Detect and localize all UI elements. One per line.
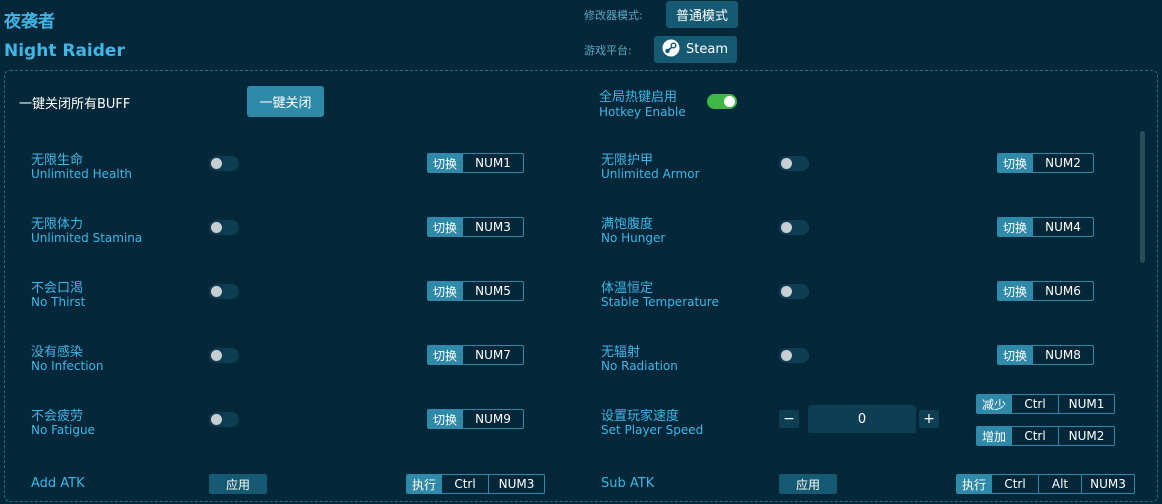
sub-atk-apply-button[interactable]: 应用	[779, 474, 837, 494]
unlimited-armor-toggle[interactable]	[779, 156, 809, 171]
no-radiation-toggle[interactable]	[779, 348, 809, 363]
hotkey-key: NUM7	[462, 346, 523, 364]
add-atk-apply-button[interactable]: 应用	[209, 474, 267, 494]
no-thirst-toggle[interactable]	[209, 284, 239, 299]
unlimited-stamina-hotkey[interactable]: 切换 NUM3	[427, 217, 524, 237]
game-title-en: Night Raider	[4, 41, 125, 61]
hotkey-mod: Ctrl	[1011, 427, 1058, 445]
hotkey-mod2: Alt	[1038, 475, 1081, 493]
no-thirst-hotkey[interactable]: 切换 NUM5	[427, 281, 524, 301]
feature-label-en: No Radiation	[601, 359, 678, 373]
feature-label-cn: 体温恒定	[601, 281, 654, 296]
hotkey-tag: 切换	[998, 154, 1033, 172]
speed-decrease-hotkey[interactable]: 减少 Ctrl NUM1	[976, 394, 1115, 414]
mode-button[interactable]: 普通模式	[666, 1, 738, 28]
sub-atk-label: Sub ATK	[601, 476, 655, 491]
scrollbar[interactable]	[1140, 131, 1145, 263]
global-hotkey-toggle[interactable]	[707, 94, 737, 109]
cheat-panel: 一键关闭所有BUFF 一键关闭 全局热键启用 Hotkey Enable 无限生…	[4, 70, 1158, 502]
unlimited-stamina-toggle[interactable]	[209, 220, 239, 235]
hotkey-mod: Ctrl	[991, 475, 1038, 493]
speed-label-en: Set Player Speed	[601, 423, 704, 437]
speed-increase-button[interactable]: +	[919, 410, 939, 428]
hotkey-key: NUM3	[1081, 475, 1134, 493]
platform-button[interactable]: Steam	[654, 36, 737, 63]
no-hunger-toggle[interactable]	[779, 220, 809, 235]
hotkey-tag: 切换	[998, 282, 1033, 300]
hotkey-tag: 切换	[998, 218, 1033, 236]
unlimited-armor-hotkey[interactable]: 切换 NUM2	[997, 153, 1094, 173]
hotkey-tag: 切换	[428, 282, 463, 300]
hotkey-key: NUM2	[1058, 427, 1114, 445]
global-hotkey-label-en: Hotkey Enable	[599, 105, 686, 119]
unlimited-health-toggle[interactable]	[209, 156, 239, 171]
hotkey-tag: 执行	[407, 475, 442, 493]
hotkey-key: NUM3	[488, 475, 544, 493]
speed-increase-hotkey[interactable]: 增加 Ctrl NUM2	[976, 426, 1115, 446]
hotkey-tag: 切换	[428, 154, 463, 172]
feature-label-en: Unlimited Health	[31, 167, 133, 181]
feature-label-en: No Thirst	[31, 295, 86, 309]
hotkey-key: NUM4	[1032, 218, 1093, 236]
hotkey-key: NUM2	[1032, 154, 1093, 172]
feature-label-cn: 没有感染	[31, 345, 84, 360]
hotkey-tag: 切换	[998, 346, 1033, 364]
feature-label-cn: 满饱腹度	[601, 217, 654, 232]
hotkey-key: NUM6	[1032, 282, 1093, 300]
platform-label: 游戏平台:	[584, 44, 632, 57]
feature-label-cn: 无限体力	[31, 217, 84, 232]
hotkey-key: NUM8	[1032, 346, 1093, 364]
add-atk-label: Add ATK	[31, 476, 85, 491]
feature-label-en: Unlimited Armor	[601, 167, 700, 181]
no-infection-toggle[interactable]	[209, 348, 239, 363]
feature-label-en: No Hunger	[601, 231, 666, 245]
hotkey-tag: 执行	[957, 475, 992, 493]
feature-label-cn: 不会疲劳	[31, 409, 84, 424]
speed-value-input[interactable]: 0	[808, 405, 916, 433]
stable-temperature-hotkey[interactable]: 切换 NUM6	[997, 281, 1094, 301]
hotkey-tag: 切换	[428, 346, 463, 364]
steam-icon	[662, 39, 680, 61]
add-atk-hotkey[interactable]: 执行 Ctrl NUM3	[406, 474, 545, 494]
stable-temperature-toggle[interactable]	[779, 284, 809, 299]
feature-label-cn: 无限护甲	[601, 153, 654, 168]
feature-label-en: No Infection	[31, 359, 104, 373]
feature-label-cn: 不会口渴	[31, 281, 84, 296]
platform-value: Steam	[686, 42, 728, 57]
hotkey-tag: 切换	[428, 218, 463, 236]
hotkey-mod: Ctrl	[441, 475, 488, 493]
unlimited-health-hotkey[interactable]: 切换 NUM1	[427, 153, 524, 173]
no-fatigue-toggle[interactable]	[209, 412, 239, 427]
hotkey-tag: 切换	[428, 410, 463, 428]
hotkey-key: NUM1	[462, 154, 523, 172]
global-hotkey-label-cn: 全局热键启用	[599, 90, 678, 105]
mode-label: 修改器模式:	[584, 9, 643, 22]
no-radiation-hotkey[interactable]: 切换 NUM8	[997, 345, 1094, 365]
no-infection-hotkey[interactable]: 切换 NUM7	[427, 345, 524, 365]
feature-label-cn: 无辐射	[601, 345, 641, 360]
hotkey-key: NUM9	[462, 410, 523, 428]
hotkey-tag: 增加	[977, 427, 1012, 445]
hotkey-key: NUM1	[1058, 395, 1114, 413]
speed-decrease-button[interactable]: −	[779, 410, 799, 428]
close-all-button[interactable]: 一键关闭	[247, 86, 324, 117]
no-hunger-hotkey[interactable]: 切换 NUM4	[997, 217, 1094, 237]
hotkey-key: NUM5	[462, 282, 523, 300]
no-fatigue-hotkey[interactable]: 切换 NUM9	[427, 409, 524, 429]
close-all-label: 一键关闭所有BUFF	[19, 97, 131, 112]
hotkey-tag: 减少	[977, 395, 1012, 413]
feature-label-en: Unlimited Stamina	[31, 231, 143, 245]
feature-label-cn: 无限生命	[31, 153, 84, 168]
sub-atk-hotkey[interactable]: 执行 Ctrl Alt NUM3	[956, 474, 1135, 494]
feature-label-en: Stable Temperature	[601, 295, 719, 309]
hotkey-key: NUM3	[462, 218, 523, 236]
feature-label-en: No Fatigue	[31, 423, 95, 437]
hotkey-mod: Ctrl	[1011, 395, 1058, 413]
speed-label-cn: 设置玩家速度	[601, 409, 680, 424]
game-title-cn: 夜袭者	[4, 12, 55, 32]
